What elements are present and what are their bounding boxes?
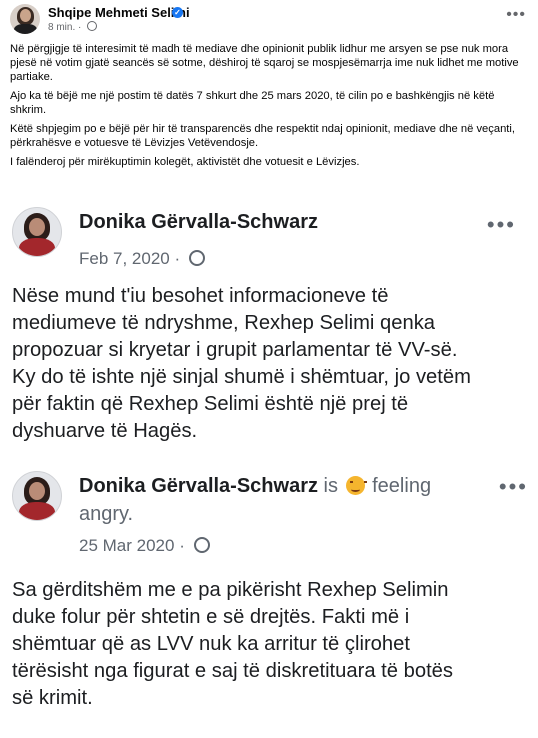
- text-line: së krimit.: [12, 687, 93, 709]
- angry-emoji-icon: [345, 476, 367, 495]
- post-paragraph: Në përgjigje të interesimit të madh të m…: [10, 43, 519, 83]
- text-line: Ky do të ishte një sinjal shumë i shëmtu…: [12, 366, 471, 388]
- embedded-avatar: [12, 471, 62, 521]
- embedded-more-icon: •••: [498, 474, 528, 499]
- text-line: shëmtuar që as LVV nuk ka arritur të çli…: [12, 633, 410, 655]
- author-avatar[interactable]: [10, 4, 40, 34]
- embedded-author-name-text: Donika Gërvalla-Schwarz: [79, 475, 318, 497]
- text-line: Nëse mund t'iu besohet informacioneve të: [12, 285, 389, 307]
- text-line: Sa gërditshëm me e pa pikërisht Rexhep S…: [12, 579, 449, 601]
- embedded-date-text: 25 Mar 2020: [79, 536, 175, 555]
- text-line: dyshuarve të Hagës.: [12, 420, 198, 442]
- embedded-author-name: Donika Gërvalla-Schwarz: [79, 211, 318, 233]
- post-meta: 8 min. ·: [48, 21, 98, 33]
- embedded-post-text: Nëse mund t'iu besohet informacioneve të…: [12, 283, 471, 445]
- globe-icon: [188, 250, 205, 266]
- embedded-date: Feb 7, 2020 ·: [79, 249, 205, 269]
- embedded-author-name: Donika Gërvalla-Schwarz is feeling: [79, 475, 431, 498]
- globe-icon: [193, 537, 210, 553]
- status-feeling: feeling: [372, 475, 432, 497]
- embedded-post-text: Sa gërditshëm me e pa pikërisht Rexhep S…: [12, 577, 453, 712]
- post-paragraph: Ajo ka të bëjë me një postim të datës 7 …: [10, 90, 495, 116]
- embedded-more-icon: •••: [486, 212, 516, 237]
- embedded-date-text: Feb 7, 2020: [79, 249, 170, 268]
- status-prefix: is: [323, 475, 338, 497]
- text-line: për faktin që Rexhep Selimi është një pr…: [12, 393, 409, 415]
- text-line: mediumeve të ndryshme, Rexhep Selimi qen…: [12, 312, 436, 334]
- post-more-options-button[interactable]: •••: [506, 7, 526, 23]
- attached-image[interactable]: Donika Gërvalla-Schwarz Feb 7, 2020 · ••…: [0, 193, 538, 738]
- post-header: Shqipe Mehmeti Selimi ✓ 8 min. · •••: [0, 0, 538, 38]
- post-body: Në përgjigje të interesimit të madh të m…: [10, 42, 530, 174]
- author-name[interactable]: Shqipe Mehmeti Selimi: [48, 5, 190, 20]
- text-line: propozuar si kryetar i grupit parlamenta…: [12, 339, 458, 361]
- status-feeling-value: angry.: [79, 503, 134, 525]
- post-paragraph: I falënderoj për mirëkuptimin kolegët, a…: [10, 156, 360, 168]
- embedded-separator: ·: [179, 536, 185, 555]
- text-line: duke folur për shtetin e së drejtës. Fak…: [12, 606, 410, 628]
- verified-badge-icon: ✓: [172, 7, 183, 18]
- embedded-separator: ·: [174, 249, 181, 268]
- globe-icon: [87, 21, 98, 31]
- text-line: tërësisht nga figurat e saj të diskretit…: [12, 660, 454, 682]
- post-paragraph: Këtë shpjegim po e bëjë për hir të trans…: [10, 123, 515, 149]
- embedded-date: 25 Mar 2020 ·: [79, 536, 210, 556]
- embedded-avatar: [12, 207, 62, 257]
- meta-separator: ·: [78, 22, 82, 33]
- post-time[interactable]: 8 min.: [48, 22, 75, 33]
